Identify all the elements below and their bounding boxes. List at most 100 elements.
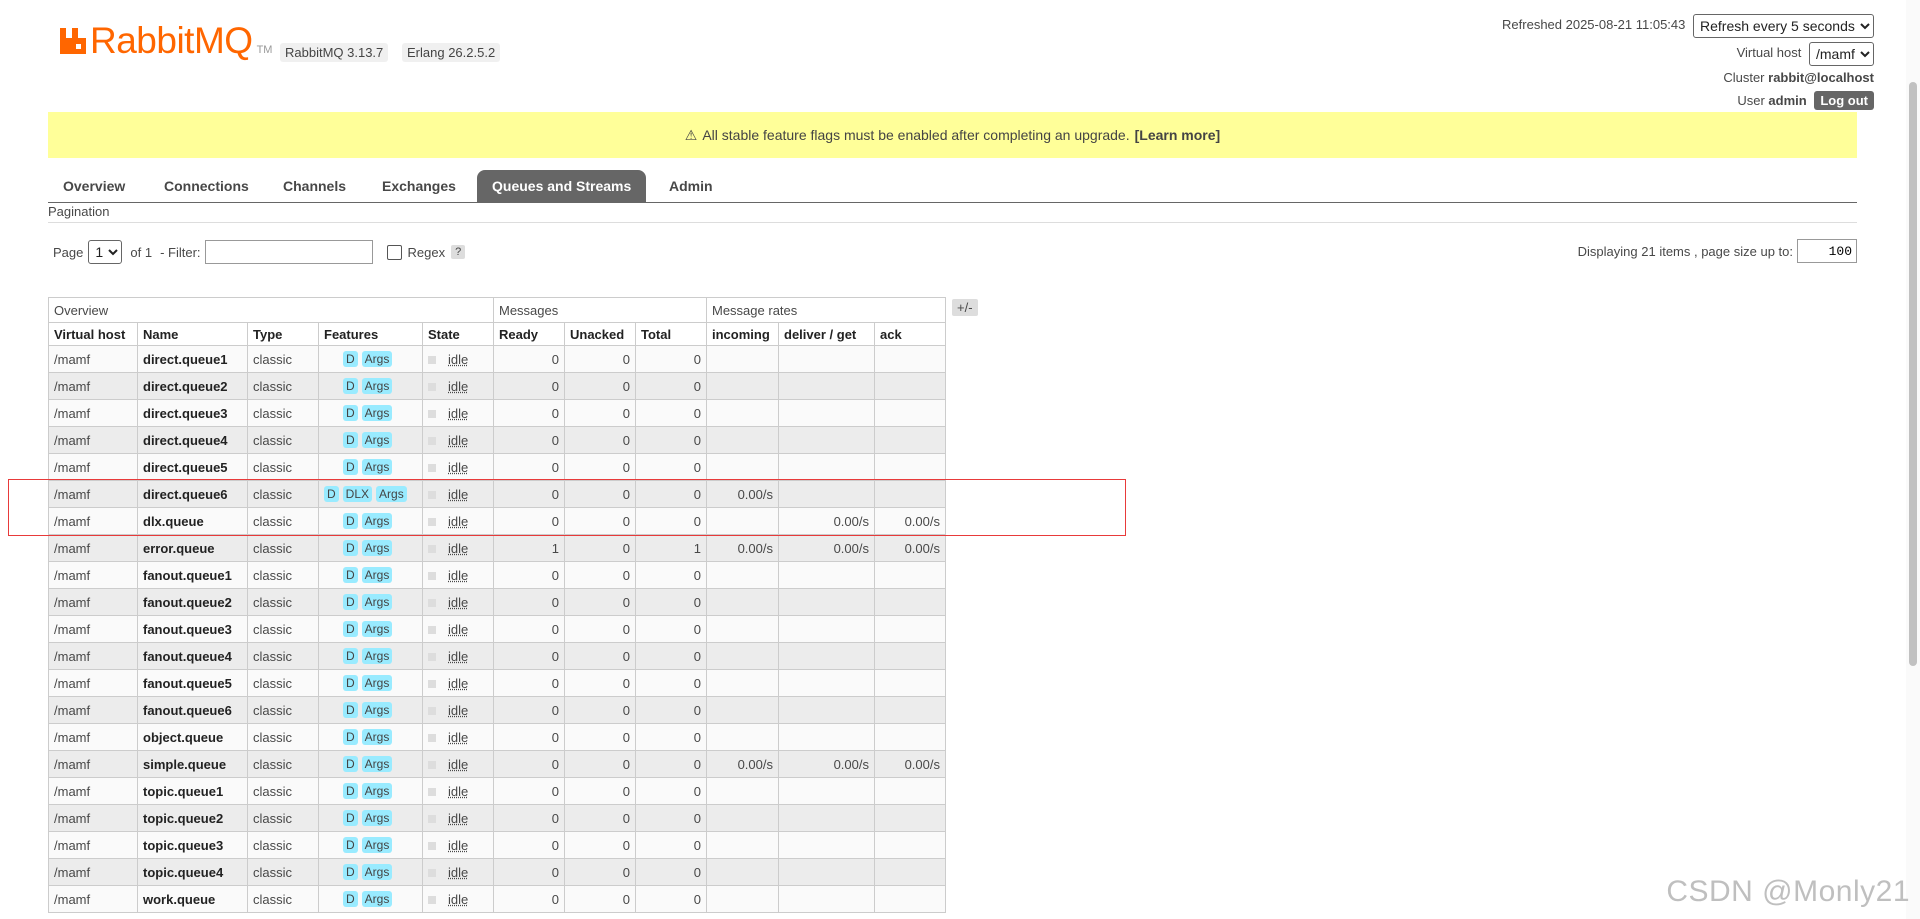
queue-name-link[interactable]: fanout.queue2	[137, 588, 248, 616]
vertical-scrollbar[interactable]	[1906, 0, 1920, 919]
cell-ack-rate	[874, 399, 946, 427]
queue-name-link[interactable]: work.queue	[137, 885, 248, 913]
cell-deliver-rate	[778, 696, 875, 724]
logout-button[interactable]: Log out	[1814, 91, 1874, 110]
queue-name-link[interactable]: direct.queue1	[137, 345, 248, 373]
cell-deliver-rate	[778, 345, 875, 373]
cell-features: D DLX Args	[318, 480, 423, 508]
cell-total: 0	[635, 399, 707, 427]
filter-input[interactable]	[204, 240, 373, 264]
table-row: /mamf direct.queue5 classic D Args idle 0 0 0	[48, 453, 946, 481]
queue-name-link[interactable]: dlx.queue	[137, 507, 248, 535]
queue-name-link[interactable]: direct.queue2	[137, 372, 248, 400]
section-pagination-title[interactable]: Pagination	[48, 204, 1857, 223]
feature-badge: D	[343, 783, 358, 799]
queue-name-link[interactable]: topic.queue2	[137, 804, 248, 832]
cell-deliver-rate	[778, 777, 875, 805]
tab-overview[interactable]: Overview	[48, 170, 140, 202]
col-unacked[interactable]: Unacked	[564, 322, 636, 346]
state-indicator-icon	[428, 896, 436, 905]
feature-badge: D	[343, 405, 358, 421]
cell-deliver-rate	[778, 804, 875, 832]
queue-name-link[interactable]: error.queue	[137, 534, 248, 562]
col-state[interactable]: State	[422, 322, 494, 346]
cell-type: classic	[247, 777, 319, 805]
queue-name-link[interactable]: simple.queue	[137, 750, 248, 778]
queue-name-link[interactable]: direct.queue6	[137, 480, 248, 508]
tab-exchanges[interactable]: Exchanges	[367, 170, 471, 202]
feature-badge: Args	[361, 378, 393, 394]
col-features[interactable]: Features	[318, 322, 423, 346]
cell-ack-rate	[874, 588, 946, 616]
table-row: /mamf fanout.queue5 classic D Args idle 0 0 0	[48, 669, 946, 697]
queue-name-link[interactable]: fanout.queue1	[137, 561, 248, 589]
columns-toggle-button[interactable]: +/-	[952, 299, 978, 316]
cell-unacked: 0	[564, 426, 636, 454]
cell-total: 0	[635, 561, 707, 589]
page-size-input[interactable]	[1797, 239, 1857, 263]
cell-total: 0	[635, 723, 707, 751]
trademark: TM	[256, 44, 273, 56]
queue-name-link[interactable]: fanout.queue3	[137, 615, 248, 643]
col-type[interactable]: Type	[247, 322, 319, 346]
scrollbar-thumb[interactable]	[1909, 82, 1917, 666]
queue-name-link[interactable]: topic.queue4	[137, 858, 248, 886]
user-label: User	[1737, 93, 1765, 108]
tab-queues-and-streams[interactable]: Queues and Streams	[477, 170, 647, 202]
tab-connections[interactable]: Connections	[149, 170, 264, 202]
col-total[interactable]: Total	[635, 322, 707, 346]
queue-name-link[interactable]: fanout.queue5	[137, 669, 248, 697]
refresh-interval-select[interactable]: Refresh every 5 seconds	[1693, 14, 1874, 38]
cell-ready: 0	[493, 642, 565, 670]
cell-deliver-rate: 0.00/s	[778, 534, 875, 562]
queue-name-link[interactable]: object.queue	[137, 723, 248, 751]
cell-incoming-rate	[706, 858, 779, 886]
cell-virtual-host: /mamf	[48, 453, 138, 481]
regex-checkbox[interactable]	[386, 244, 402, 260]
feature-badge: Args	[376, 486, 407, 502]
state-label: idle	[448, 432, 469, 448]
cell-total: 0	[635, 804, 707, 832]
feature-badge: Args	[361, 459, 393, 475]
cell-features: D Args	[318, 615, 423, 643]
col-ack[interactable]: ack	[874, 322, 946, 346]
cell-unacked: 0	[564, 642, 636, 670]
cell-type: classic	[247, 696, 319, 724]
tab-admin[interactable]: Admin	[654, 170, 728, 202]
col-incoming[interactable]: incoming	[706, 322, 779, 346]
cell-deliver-rate	[778, 858, 875, 886]
feature-badge: D	[343, 459, 358, 475]
tab-channels[interactable]: Channels	[268, 170, 361, 202]
feature-badge: D	[343, 567, 358, 583]
learn-more-link[interactable]: [Learn more]	[1135, 127, 1221, 143]
cell-total: 0	[635, 669, 707, 697]
cell-ack-rate	[874, 615, 946, 643]
page-select[interactable]: 1	[88, 240, 123, 264]
cell-type: classic	[247, 804, 319, 832]
vhost-select[interactable]: /mamf	[1809, 42, 1874, 66]
queue-name-link[interactable]: fanout.queue4	[137, 642, 248, 670]
queue-name-link[interactable]: direct.queue4	[137, 426, 248, 454]
queue-name-link[interactable]: topic.queue3	[137, 831, 248, 859]
cell-ready: 0	[493, 426, 565, 454]
feature-badge: D	[343, 810, 358, 826]
feature-badge: Args	[361, 783, 393, 799]
rabbitmq-version: RabbitMQ 3.13.7	[280, 43, 389, 62]
col-virtual-host[interactable]: Virtual host	[48, 322, 138, 346]
feature-badge: D	[343, 513, 358, 529]
queue-name-link[interactable]: topic.queue1	[137, 777, 248, 805]
queue-name-link[interactable]: direct.queue5	[137, 453, 248, 481]
cell-deliver-rate	[778, 588, 875, 616]
cell-type: classic	[247, 588, 319, 616]
queue-name-link[interactable]: fanout.queue6	[137, 696, 248, 724]
rabbitmq-logo[interactable]: RabbitMQ TM	[58, 22, 272, 59]
col-name[interactable]: Name	[137, 322, 248, 346]
col-deliver-get[interactable]: deliver / get	[778, 322, 875, 346]
regex-help-button[interactable]: ?	[451, 245, 466, 259]
col-ready[interactable]: Ready	[493, 322, 565, 346]
cell-virtual-host: /mamf	[48, 723, 138, 751]
cell-state: idle	[422, 858, 494, 886]
state-label: idle	[448, 837, 469, 853]
queue-name-link[interactable]: direct.queue3	[137, 399, 248, 427]
cell-ready: 0	[493, 372, 565, 400]
